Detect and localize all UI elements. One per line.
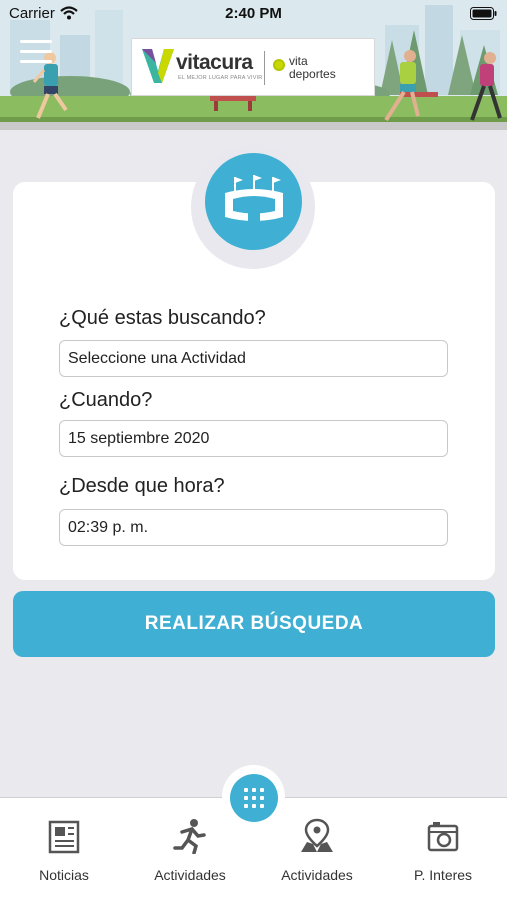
search-button[interactable]: REALIZAR BÚSQUEDA [13, 591, 495, 657]
tab-label: Actividades [154, 867, 226, 883]
activity-select[interactable]: Seleccione una Actividad [59, 340, 448, 377]
running-person-icon [173, 819, 206, 854]
time-question-label: ¿Desde que hora? [59, 475, 225, 497]
grid-icon [244, 788, 264, 808]
status-bar: Carrier 2:40 PM [0, 0, 507, 28]
stadium-badge [205, 153, 302, 250]
status-time: 2:40 PM [225, 5, 282, 22]
partner-line1: vita [289, 54, 308, 68]
date-field[interactable]: 15 septiembre 2020 [59, 420, 448, 457]
tab-noticias[interactable]: Noticias [9, 818, 119, 883]
map-pin-icon [301, 818, 333, 852]
tab-label: Actividades [281, 867, 353, 883]
camera-icon [427, 822, 459, 852]
logo-name: vitacura [176, 51, 253, 74]
time-field[interactable]: 02:39 p. m. [59, 509, 448, 546]
menu-icon[interactable] [20, 40, 52, 66]
battery-icon [470, 7, 497, 20]
vitacura-v-icon [142, 49, 174, 83]
logo-tagline: EL MEJOR LUGAR PARA VIVIR [178, 75, 263, 81]
logo-divider [264, 51, 265, 85]
tab-p-interes[interactable]: P. Interes [388, 818, 498, 883]
date-question-label: ¿Cuando? [59, 389, 153, 411]
tab-actividades-map[interactable]: Actividades [262, 818, 372, 883]
newspaper-icon [48, 820, 80, 854]
tab-actividades[interactable]: Actividades [135, 818, 245, 883]
tab-label: P. Interes [413, 867, 473, 883]
partner-line2: deportes [289, 67, 336, 81]
vitacura-logo: vitacura EL MEJOR LUGAR PARA VIVIR vita … [131, 38, 375, 96]
apps-grid-button[interactable] [230, 774, 278, 822]
tab-label: Noticias [39, 867, 89, 883]
activity-question-label: ¿Qué estas buscando? [59, 307, 266, 329]
vita-deportes-icon [273, 59, 285, 71]
stadium-icon [225, 175, 283, 221]
